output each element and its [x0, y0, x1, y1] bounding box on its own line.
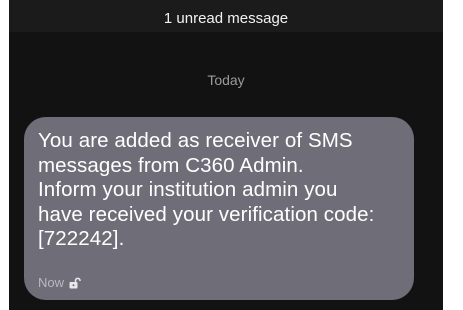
unread-message-banner[interactable]: 1 unread message [9, 0, 443, 32]
unread-message-label: 1 unread message [163, 10, 289, 27]
message-timestamp: Now [38, 275, 65, 290]
message-text: You are added as receiver of SMS message… [38, 129, 375, 250]
unlocked-lock-icon [69, 277, 81, 289]
date-divider: Today [207, 72, 245, 88]
conversation-screen: 1 unread message Today You are added as … [9, 0, 443, 310]
message-meta: Now [38, 275, 81, 290]
message-bubble[interactable]: You are added as receiver of SMS message… [24, 117, 414, 300]
